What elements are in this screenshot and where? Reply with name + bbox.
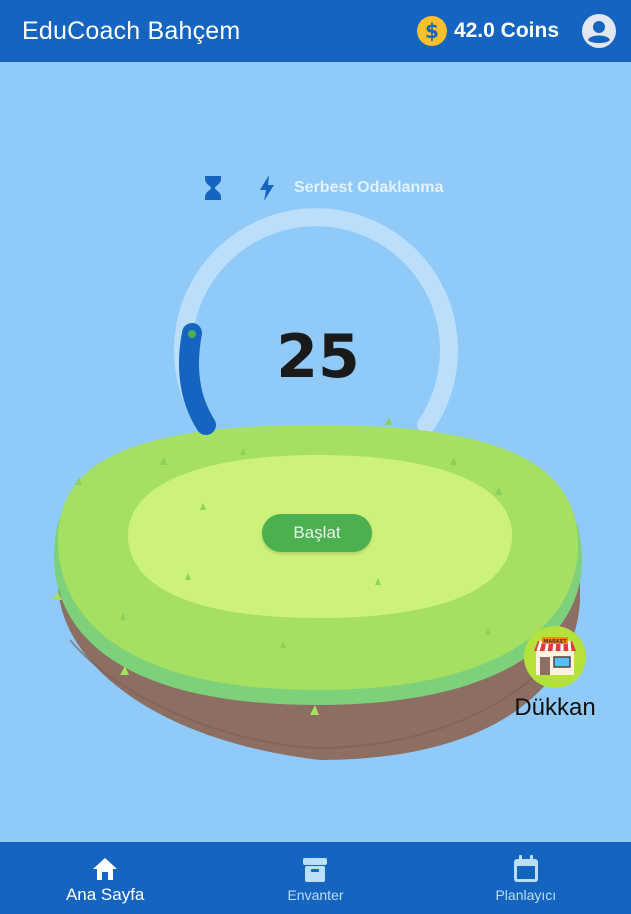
timer-progress-arc	[178, 323, 216, 435]
nav-label-home: Ana Sayfa	[65, 885, 145, 904]
app-root: EduCoach Bahçem $ 42.0 Coins Serbest Oda…	[0, 0, 631, 914]
nav-item-home[interactable]: Ana Sayfa	[0, 842, 210, 914]
market-store-icon: MARKET	[524, 626, 586, 688]
timer-minutes: 25	[276, 322, 360, 392]
calendar-icon	[513, 853, 539, 883]
focus-mode-label[interactable]: Serbest Odaklanma	[294, 179, 443, 197]
focus-mode-row: Serbest Odaklanma	[200, 172, 443, 204]
nav-label-planner: Planlayıcı	[495, 887, 557, 903]
shop-sign-text: MARKET	[543, 639, 567, 645]
nav-label-inventory: Envanter	[287, 887, 344, 903]
shop-button[interactable]: MARKET Dükkan	[510, 626, 600, 722]
garden-scene	[52, 208, 582, 760]
island	[52, 417, 582, 760]
nav-item-inventory[interactable]: Envanter	[210, 842, 420, 914]
home-icon	[92, 851, 118, 881]
archive-box-icon	[302, 853, 328, 883]
bottom-navigation: Ana Sayfa Envanter Planlayıcı	[0, 842, 631, 914]
start-button[interactable]: Başlat	[262, 514, 372, 552]
hourglass-icon[interactable]	[200, 172, 226, 204]
nav-item-planner[interactable]: Planlayıcı	[421, 842, 631, 914]
lightning-bolt-icon[interactable]	[254, 172, 280, 204]
shop-label: Dükkan	[514, 694, 596, 721]
